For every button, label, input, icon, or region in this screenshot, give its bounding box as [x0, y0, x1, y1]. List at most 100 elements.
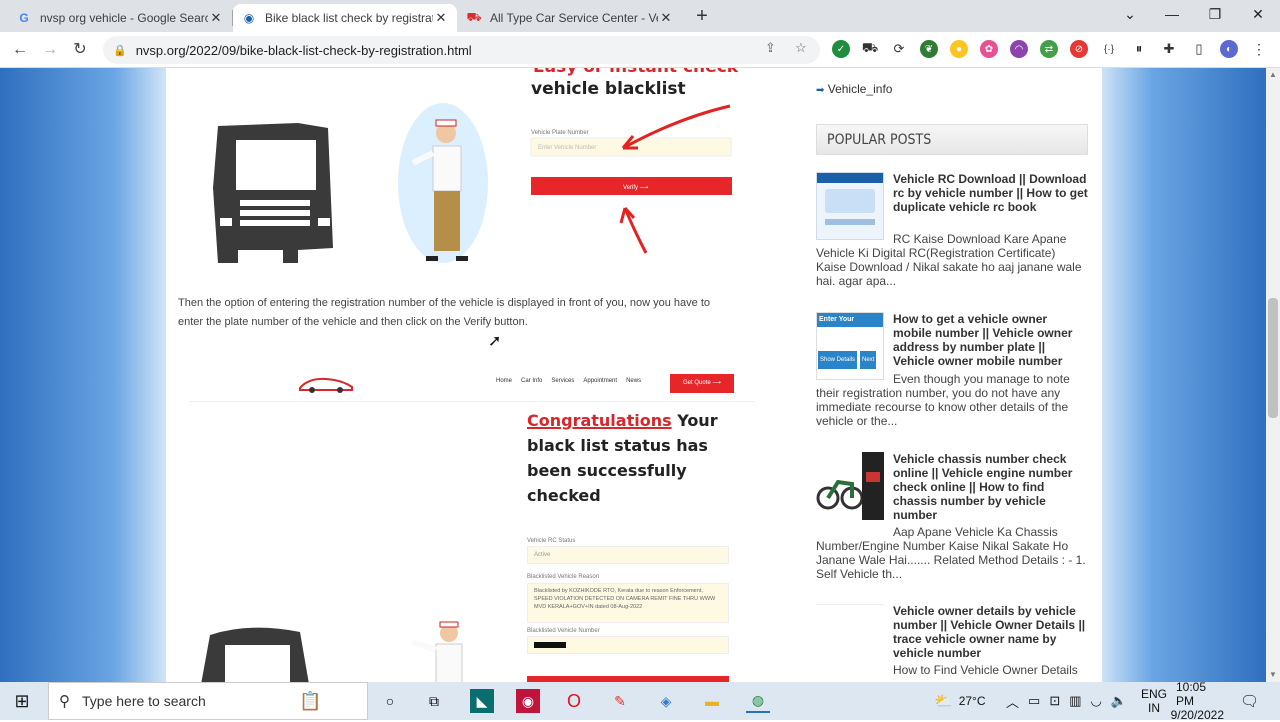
post-thumbnail[interactable]: Enter Your Application Show Details Next	[816, 312, 884, 380]
windows-taskbar: ⊞ ⚲ Type here to search 📋 ○ ⧉ ◣ ◉ O ✎ ◈ …	[0, 680, 1280, 722]
rc-status-value: Active	[527, 546, 729, 564]
top-heading-line2: vehicle blacklist	[531, 79, 686, 99]
lock-icon: 🔒	[113, 44, 127, 57]
nav-news: News	[626, 378, 642, 384]
reload-icon[interactable]: ↻	[68, 38, 92, 62]
scroll-down-arrow-icon[interactable]: ▼	[1266, 668, 1280, 682]
popular-post-3[interactable]: Vehicle chassis number check online || V…	[816, 452, 1088, 592]
popular-post-1[interactable]: Vehicle RC Download || Download rc by ve…	[816, 172, 1088, 302]
tab-search-button[interactable]: ⌄	[1108, 0, 1152, 30]
shield-extension-icon[interactable]: ✓	[832, 40, 850, 58]
opera-icon[interactable]: O	[562, 689, 586, 713]
file-explorer-icon[interactable]: ▬	[700, 689, 724, 713]
blacklist-number-value	[527, 636, 729, 654]
task-view-icon[interactable]: ⧉	[422, 689, 446, 713]
popular-post-4[interactable]: Vehicle owner details by vehicle number …	[816, 604, 1088, 682]
flower-extension-icon[interactable]: ✿	[980, 40, 998, 58]
url-text: nvsp.org/2022/09/bike-black-list-check-b…	[135, 42, 472, 58]
car-logo-icon	[299, 377, 353, 393]
redacted-number	[534, 642, 566, 648]
nav-services: Services	[551, 378, 575, 384]
language-indicator[interactable]: ENG IN	[1141, 682, 1167, 720]
green-extension-icon[interactable]: ⇄	[1040, 40, 1058, 58]
paint-icon[interactable]: ✎	[608, 689, 632, 713]
coin-extension-icon[interactable]: ●	[950, 40, 968, 58]
back-arrow-icon[interactable]: ←	[8, 38, 32, 62]
truck-policeman-illustration-2	[201, 621, 463, 682]
side-panel-icon[interactable]: ▯	[1190, 40, 1208, 58]
wifi-icon[interactable]: ◡	[1091, 693, 1102, 709]
share-icon[interactable]: ⇪	[765, 40, 776, 56]
meet-icon[interactable]: ⊡	[1049, 693, 1060, 709]
verify-button-label: Verify ⟶	[623, 185, 649, 191]
close-icon[interactable]: ✕	[433, 10, 449, 26]
battery-icon[interactable]: ▥	[1069, 693, 1081, 709]
post-excerpt: How to Find Vehicle Owner Details	[893, 663, 1078, 677]
app-green-icon[interactable]: ◣	[470, 689, 494, 713]
leaf-extension-icon[interactable]: ❦	[920, 40, 938, 58]
post-thumbnail[interactable]	[816, 452, 884, 520]
json-extension-icon[interactable]: {·}	[1100, 40, 1118, 58]
heading-rest: Your	[671, 411, 718, 430]
post-thumbnail[interactable]	[816, 172, 884, 240]
page-scrollbar[interactable]: ▲ ▼	[1266, 68, 1280, 682]
bookmark-star-icon[interactable]: ☆	[795, 40, 807, 56]
screen-recorder-icon[interactable]: ◉	[516, 689, 540, 713]
forward-arrow-icon[interactable]: →	[38, 38, 62, 62]
page-viewport: Easy or instant check vehicle blacklist …	[0, 68, 1266, 682]
app-blue-icon[interactable]: ◈	[654, 689, 678, 713]
post-title[interactable]: Vehicle RC Download || Download rc by ve…	[893, 172, 1089, 214]
post-thumbnail[interactable]	[816, 604, 884, 672]
scroll-up-arrow-icon[interactable]: ▲	[1266, 68, 1280, 82]
tab-label: nvsp org vehicle - Google Search	[40, 11, 208, 25]
get-quote-button: Get Quote ⟶	[670, 374, 734, 393]
tab-bike-black-list[interactable]: ◉ Bike black list check by registrati ✕	[233, 4, 457, 32]
weather-temp: 27°C	[958, 694, 986, 708]
red-extension-icon[interactable]: ⊘	[1070, 40, 1088, 58]
plate-number-label: Vehicle Plate Number	[531, 130, 589, 136]
minimize-button[interactable]: —	[1150, 0, 1194, 30]
more-menu-icon[interactable]: ⋮	[1250, 40, 1268, 58]
rainbow-extension-icon[interactable]: ◠	[1010, 40, 1028, 58]
blacklist-form-image: Easy or instant check vehicle blacklist …	[213, 68, 739, 263]
speaker-mute-icon[interactable]: 🔈	[1111, 693, 1127, 709]
car-favicon-icon: ⛟	[466, 10, 482, 24]
post-title[interactable]: Vehicle owner details by vehicle number …	[893, 604, 1089, 660]
tray-app-icon[interactable]: ▭	[1028, 693, 1040, 709]
blacklist-result-image: Home Car Info Services Appointment News …	[190, 370, 755, 682]
close-window-button[interactable]: ✕	[1236, 0, 1280, 30]
restore-button[interactable]: ❐	[1193, 0, 1237, 30]
notification-icon[interactable]: 🗨	[1240, 682, 1259, 720]
new-tab-button[interactable]: +	[690, 5, 714, 29]
arrow-right-icon: ➡	[816, 85, 825, 96]
chevron-up-icon[interactable]: ︿	[1006, 692, 1019, 711]
scrollbar-thumb[interactable]	[1268, 298, 1278, 418]
pause-extension-icon[interactable]: ⏸	[1130, 40, 1148, 58]
taskbar-search[interactable]: ⚲ Type here to search 📋	[48, 682, 368, 720]
popular-post-2[interactable]: Enter Your Application Show Details Next…	[816, 312, 1088, 442]
windows-start-icon[interactable]: ⊞	[10, 689, 34, 713]
search-icon: ⚲	[59, 693, 70, 710]
heading-line3: been successfully	[527, 461, 687, 480]
puzzle-extensions-icon[interactable]: ✚	[1160, 40, 1178, 58]
tab-google-search[interactable]: G nvsp org vehicle - Google Search ✕	[8, 4, 232, 32]
close-icon[interactable]: ✕	[658, 10, 674, 26]
sync-extension-icon[interactable]: ⟳	[890, 40, 908, 58]
vehicle-info-label: Vehicle_info	[827, 82, 893, 96]
chrome-icon[interactable]: ◍	[746, 689, 770, 713]
close-icon[interactable]: ✕	[208, 10, 224, 26]
heading-line2: black list status has	[527, 436, 708, 455]
cortana-icon[interactable]: ○	[378, 689, 402, 713]
result-heading: Congratulations Your black list status h…	[527, 408, 718, 508]
site-nav: Home Car Info Services Appointment News	[496, 378, 641, 384]
post-title[interactable]: Vehicle chassis number check online || V…	[893, 452, 1089, 522]
profile-avatar[interactable]: ◐	[1220, 40, 1238, 58]
clock[interactable]: 10:05 PM 9/20/2022	[1171, 680, 1224, 722]
car-extension-icon[interactable]: ⛟	[861, 40, 879, 58]
tab-car-service[interactable]: ⛟ All Type Car Service Center - Vehi ✕	[458, 4, 682, 32]
address-bar[interactable]: 🔒 nvsp.org/2022/09/bike-black-list-check…	[103, 36, 820, 64]
weather-widget[interactable]: ⛅ 27°C	[934, 682, 986, 720]
post-excerpt: RC Kaise Download Kare Apane Vehicle Ki …	[816, 232, 1082, 288]
sidebar-link-vehicle-info[interactable]: ➡ Vehicle_info	[816, 82, 892, 96]
post-title[interactable]: How to get a vehicle owner mobile number…	[893, 312, 1089, 368]
